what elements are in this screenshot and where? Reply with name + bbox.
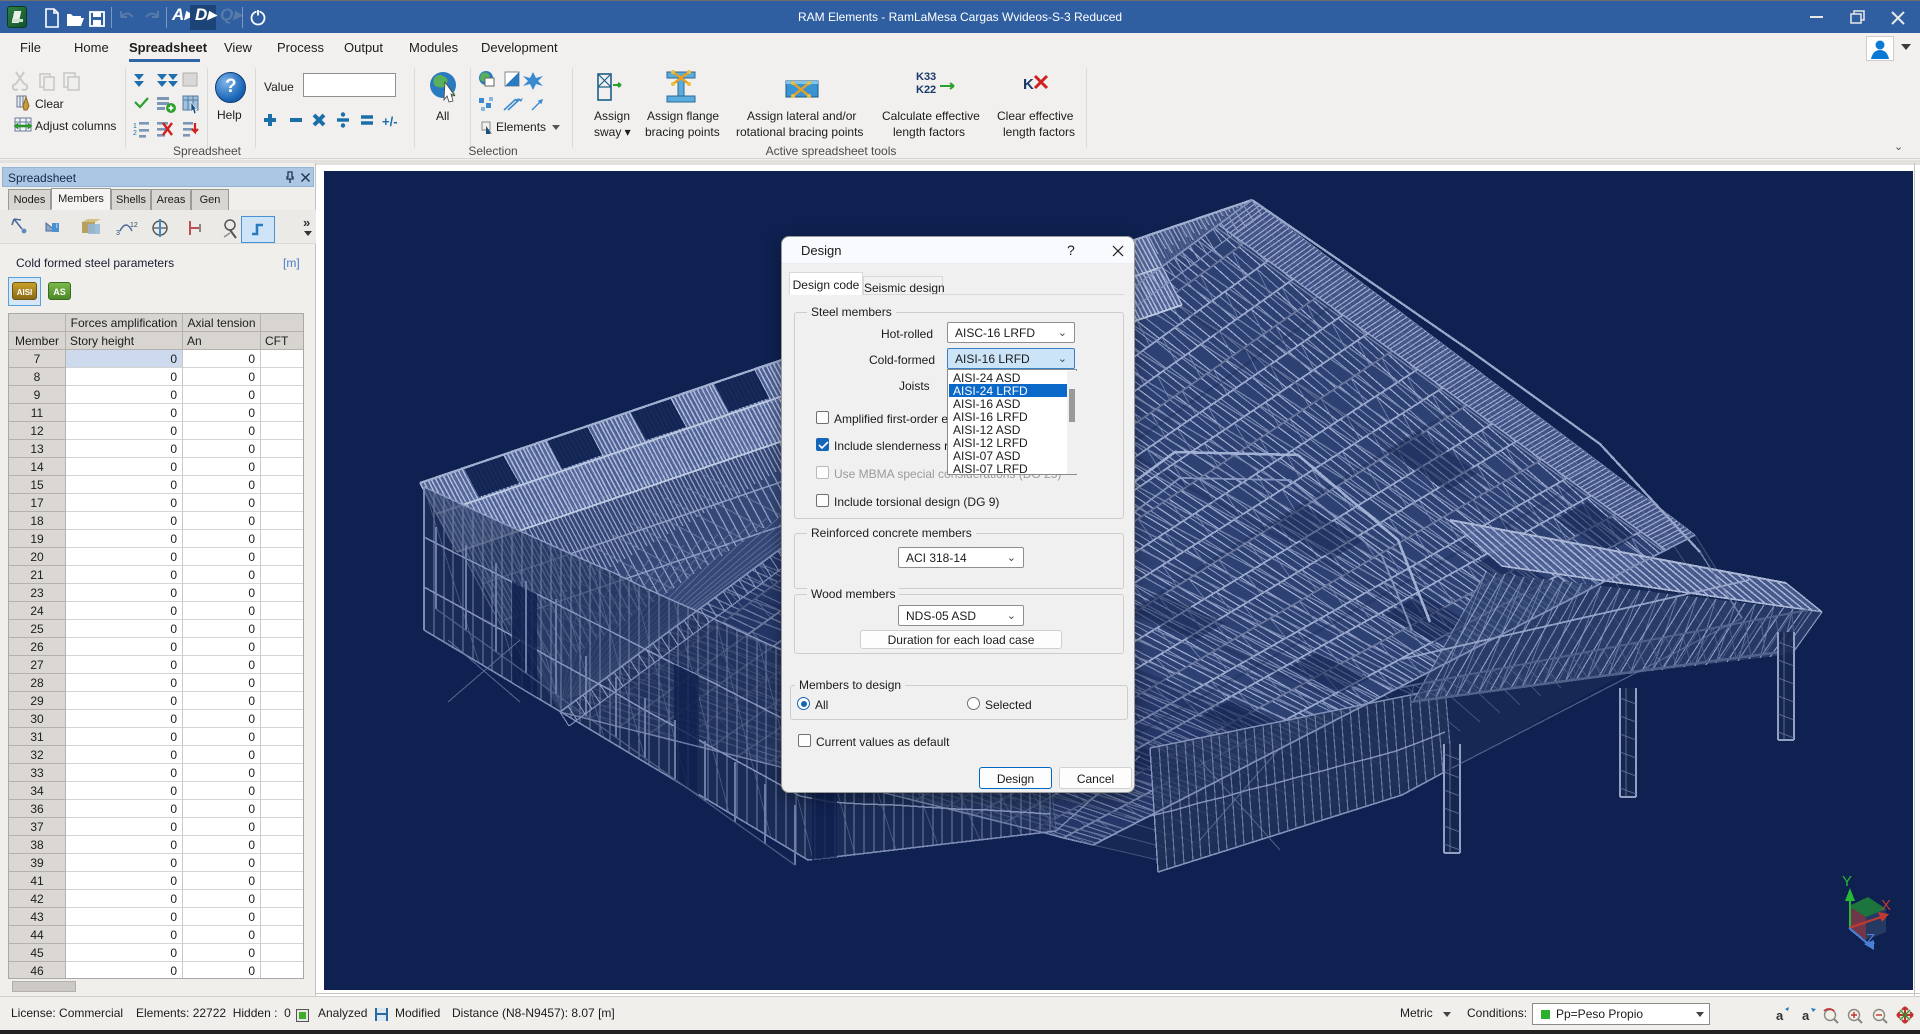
svg-text:12: 12 [130,222,138,229]
svg-text:3: 3 [116,230,120,237]
svg-text:a: a [1802,1008,1810,1023]
svg-text:+/-: +/- [382,114,398,129]
svg-text:Z: Z [1866,931,1875,948]
svg-text:Y: Y [1842,873,1852,890]
svg-text:a: a [1776,1008,1784,1023]
svg-text:1: 1 [133,123,137,130]
svg-text:2: 2 [133,130,137,137]
svg-text:X: X [1881,897,1891,914]
